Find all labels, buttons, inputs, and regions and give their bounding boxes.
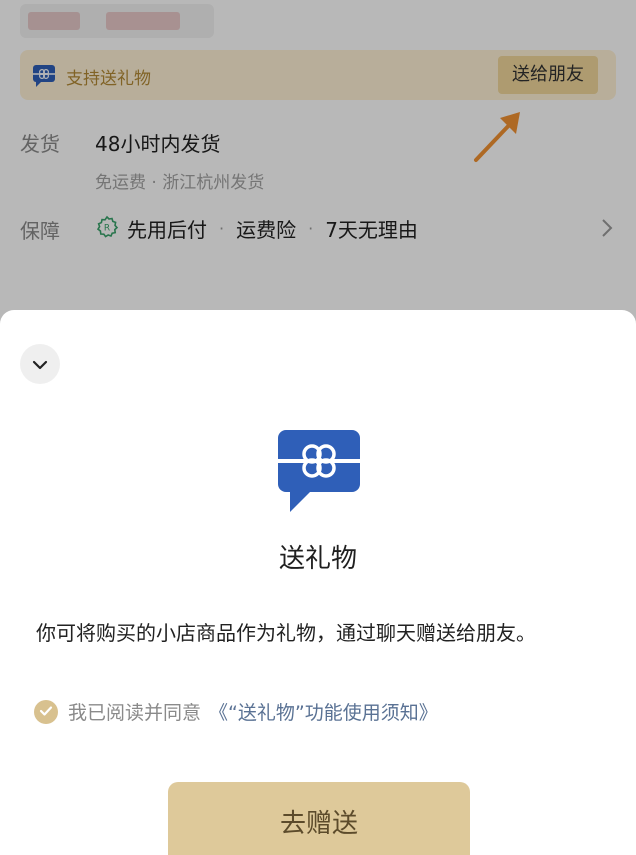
gift-bottom-sheet: 送礼物 你可将购买的小店商品作为礼物，通过聊天赠送给朋友。 我已阅读并同意 《“…	[0, 310, 636, 855]
gift-chat-icon	[276, 428, 362, 518]
send-gift-button[interactable]: 去赠送	[168, 782, 470, 855]
agreement-checkbox[interactable]	[34, 699, 58, 724]
agreement-text: 我已阅读并同意	[68, 702, 202, 724]
chevron-down-icon	[32, 355, 48, 374]
sheet-description: 你可将购买的小店商品作为礼物，通过聊天赠送给朋友。	[36, 621, 536, 645]
collapse-button[interactable]	[20, 344, 60, 384]
check-icon	[39, 702, 53, 721]
agreement-terms-link[interactable]: 《“送礼物”功能使用须知》	[209, 698, 438, 725]
agreement-row[interactable]: 我已阅读并同意 《“送礼物”功能使用须知》	[34, 698, 438, 725]
sheet-title: 送礼物	[278, 544, 357, 574]
